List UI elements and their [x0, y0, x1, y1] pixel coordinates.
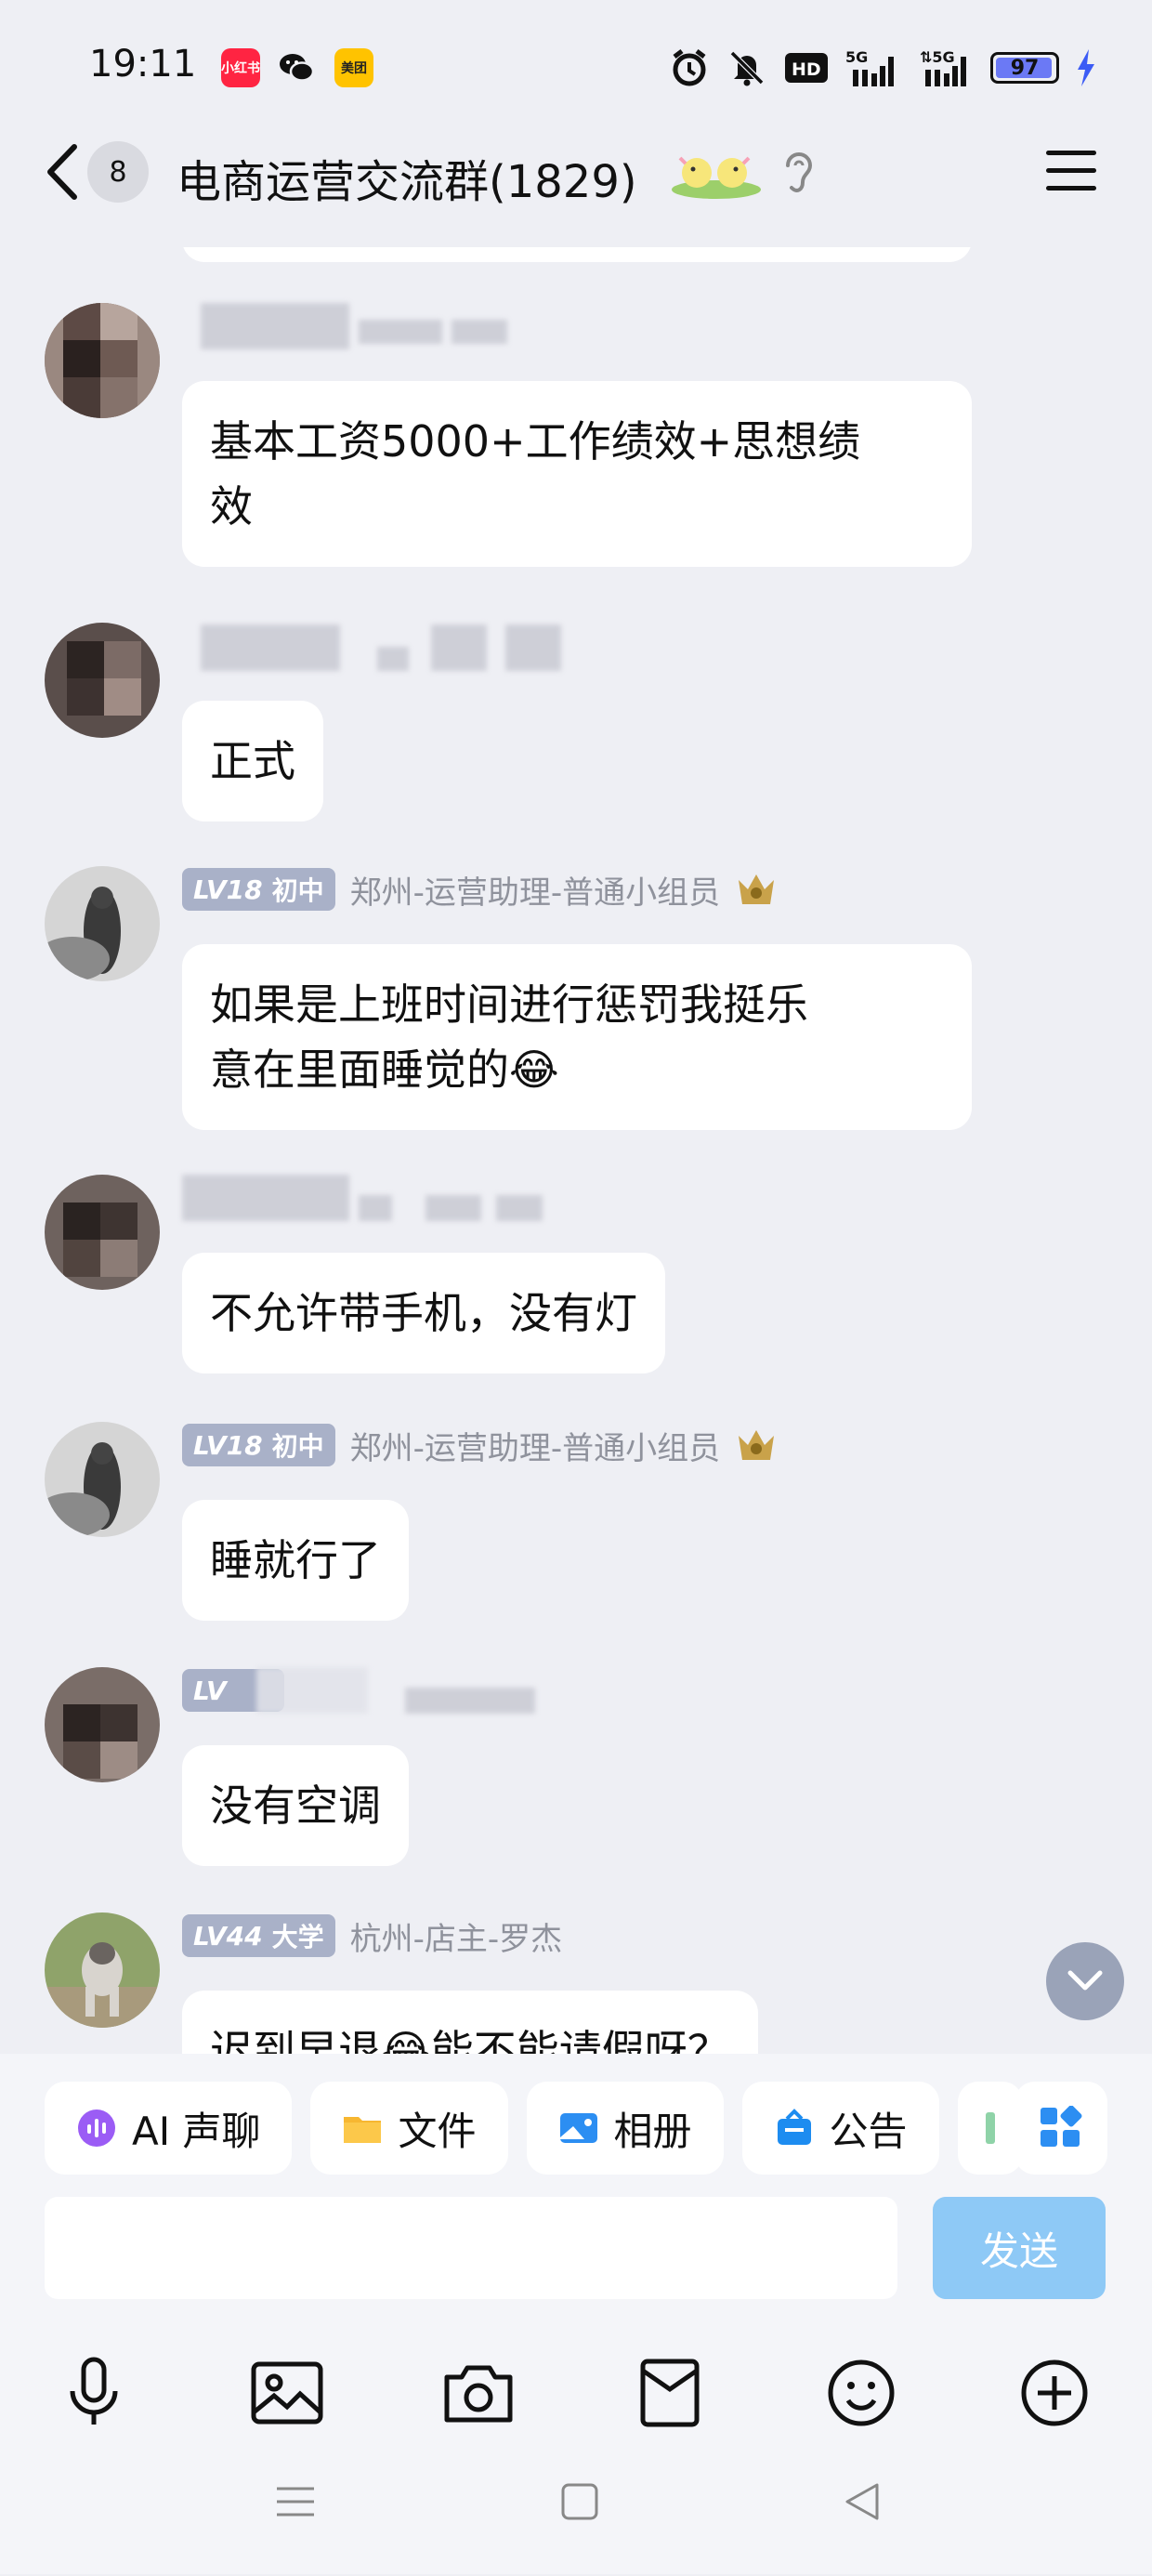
sender-name-blurred — [182, 1175, 582, 1221]
sender-meta: LV18 初中 郑州-运营助理-普通小组员 — [182, 1422, 778, 1468]
message-bubble[interactable]: 不允许带手机，没有灯 — [182, 1253, 665, 1373]
image-button[interactable] — [245, 2351, 329, 2435]
message-bubble[interactable]: 基本工资5000+工作绩效+思想绩 效 — [182, 381, 972, 567]
input-tool-row — [0, 2333, 1152, 2472]
chip-label: AI 声聊 — [132, 2108, 261, 2154]
sender-meta: LV44 大学 杭州-店主-罗杰 — [182, 1912, 562, 1959]
plus-circle-icon — [1021, 2359, 1088, 2426]
back-button[interactable] — [39, 139, 85, 204]
sender-role: 杭州-店主-罗杰 — [349, 1920, 563, 1958]
crown-badge-icon — [739, 1430, 775, 1460]
svg-text:HD: HD — [792, 59, 821, 80]
chat-message-list[interactable]: 基本工资5000+工作绩效+思想绩 效 正式 LV18 初中 郑州-运营助理-普通… — [0, 247, 1152, 2054]
microphone-icon — [70, 2357, 118, 2425]
emoji-icon — [828, 2359, 895, 2426]
status-bar: 19:11 小红书 美团 HD 5G ⇅5G 97 — [0, 0, 1152, 139]
quick-action-chips: AI 声聊 文件 相册 公告 — [45, 2082, 1023, 2175]
avatar[interactable] — [45, 866, 160, 981]
level-badge: LV18 初中 — [182, 1424, 335, 1466]
sender-role: 郑州-运营助理-普通小组员 — [349, 874, 721, 912]
chevron-down-icon — [1067, 1970, 1103, 1991]
sender-meta-blurred: LV — [182, 1667, 582, 1714]
signal-5g-icon-2: ⇅5G — [920, 48, 966, 86]
back-nav-icon[interactable] — [842, 2481, 883, 2522]
recent-apps-icon[interactable] — [275, 2481, 316, 2522]
menu-button[interactable] — [1046, 151, 1096, 191]
apps-grid-icon — [1041, 2106, 1082, 2147]
ear-mode-icon[interactable] — [779, 149, 816, 197]
ai-voice-chip[interactable]: AI 声聊 — [45, 2082, 293, 2175]
level-badge: LV44 大学 — [182, 1914, 335, 1957]
partial-message-bubble — [182, 247, 972, 262]
camera-button[interactable] — [437, 2351, 520, 2435]
sender-name-blurred — [182, 303, 582, 349]
message-bubble[interactable]: 睡就行了 — [182, 1500, 409, 1621]
album-icon — [559, 2113, 597, 2143]
red-packet-icon — [640, 2359, 700, 2427]
scroll-to-bottom-button[interactable] — [1046, 1942, 1124, 2020]
image-icon — [251, 2361, 323, 2425]
status-indicators: HD 5G ⇅5G 97 — [669, 45, 1096, 91]
wechat-notification-icon — [277, 48, 316, 87]
announcement-chip[interactable]: 公告 — [741, 2082, 939, 2175]
message-bubble[interactable]: 没有空调 — [182, 1745, 409, 1866]
more-options-button[interactable] — [1013, 2351, 1096, 2435]
send-button[interactable]: 发送 — [933, 2197, 1106, 2299]
ai-voice-icon — [78, 2109, 115, 2147]
charging-icon — [1078, 49, 1094, 86]
file-chip[interactable]: 文件 — [310, 2082, 508, 2175]
message-bubble[interactable]: 迟到早退😂能不能请假呀？ — [182, 1991, 758, 2054]
chip-label: 相册 — [613, 2108, 692, 2154]
svg-text:5G: 5G — [845, 48, 868, 66]
avatar[interactable] — [45, 1175, 160, 1290]
sender-meta: LV18 初中 郑州-运营助理-普通小组员 — [182, 866, 778, 913]
signal-5g-icon: 5G — [845, 48, 894, 86]
group-title: 电商运营交流群(1829) — [177, 156, 637, 208]
birds-decoration-icon — [672, 156, 761, 199]
chip-label: 公告 — [829, 2108, 908, 2154]
sender-name-blurred — [182, 623, 582, 671]
avatar[interactable] — [45, 1422, 160, 1537]
status-time: 19:11 — [89, 43, 197, 85]
avatar[interactable] — [45, 1667, 160, 1782]
message-bubble[interactable]: 如果是上班时间进行惩罚我挺乐 意在里面睡觉的😂 — [182, 944, 972, 1130]
sender-role: 郑州-运营助理-普通小组员 — [349, 1429, 721, 1467]
more-apps-button[interactable] — [1015, 2082, 1107, 2175]
chip-label: 文件 — [398, 2108, 477, 2154]
crown-badge-icon — [739, 874, 775, 904]
xiaohongshu-notification-icon: 小红书 — [221, 48, 260, 87]
album-chip[interactable]: 相册 — [526, 2082, 724, 2175]
message-text: 效 — [210, 481, 253, 532]
emoji-button[interactable] — [819, 2351, 903, 2435]
meituan-notification-icon: 美团 — [334, 48, 373, 87]
alarm-icon — [673, 49, 706, 86]
svg-text:⇅5G: ⇅5G — [920, 48, 955, 66]
more-chip-partial[interactable] — [957, 2082, 1023, 2175]
message-text: 如果是上班时间进行惩罚我挺乐 — [210, 979, 808, 1030]
battery-indicator: 97 — [990, 52, 1059, 84]
hd-icon: HD — [785, 53, 828, 83]
camera-icon — [444, 2365, 513, 2423]
message-text: 意在里面睡觉的😂 — [210, 1045, 559, 1095]
level-badge: LV18 初中 — [182, 868, 335, 911]
avatar[interactable] — [45, 1912, 160, 2028]
voice-input-button[interactable] — [52, 2351, 136, 2435]
folder-icon — [344, 2117, 382, 2143]
announcement-icon — [777, 2109, 811, 2145]
mute-icon — [729, 50, 765, 86]
red-packet-button[interactable] — [628, 2351, 712, 2435]
home-icon[interactable] — [559, 2481, 600, 2522]
message-text: 基本工资5000+工作绩效+思想绩 — [210, 416, 861, 467]
message-input[interactable] — [45, 2197, 897, 2299]
avatar[interactable] — [45, 303, 160, 418]
avatar[interactable] — [45, 623, 160, 738]
system-nav-bar — [0, 2453, 1152, 2556]
unread-count-badge[interactable]: 8 — [87, 141, 149, 203]
message-bubble[interactable]: 正式 — [182, 701, 323, 821]
